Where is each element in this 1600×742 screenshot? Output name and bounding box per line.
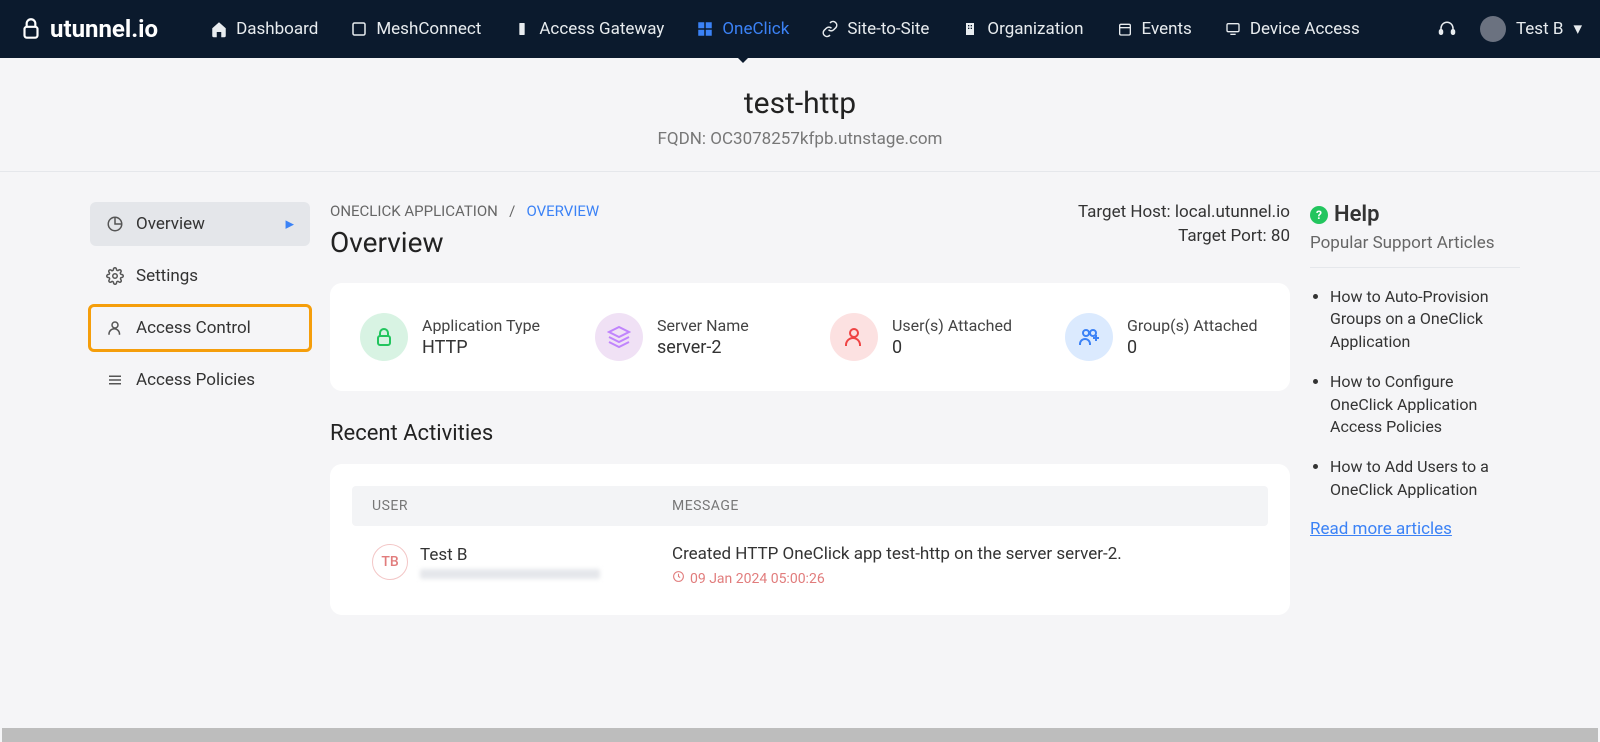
- section-title: Overview: [330, 226, 599, 259]
- nav-accessgateway[interactable]: Access Gateway: [501, 11, 676, 47]
- chevron-right-icon: ▸: [285, 214, 294, 234]
- nav-meshconnect[interactable]: MeshConnect: [338, 11, 493, 47]
- question-icon: ?: [1310, 206, 1328, 224]
- calendar-icon: [1116, 20, 1134, 38]
- home-icon: [210, 20, 228, 38]
- activity-row: TB Test B Created HTTP OneClick app test…: [352, 526, 1268, 593]
- nav-dashboard[interactable]: Dashboard: [198, 11, 330, 47]
- page-title: test-http: [0, 86, 1600, 121]
- activity-card: USER MESSAGE TB Test B Created HTTP OneC…: [330, 464, 1290, 615]
- page-header: test-http FQDN: OC3078257kfpb.utnstage.c…: [0, 58, 1600, 172]
- user-icon: [830, 313, 878, 361]
- target-info: Target Host: local.utunnel.io Target Por…: [1078, 202, 1290, 250]
- stat-app-type: Application TypeHTTP: [360, 313, 555, 361]
- grid-icon: [696, 20, 714, 38]
- nav-organization[interactable]: Organization: [949, 11, 1095, 47]
- brand-logo[interactable]: utunnel.io: [18, 15, 158, 43]
- top-nav: utunnel.io Dashboard MeshConnect Access …: [0, 0, 1600, 58]
- support-icon[interactable]: [1438, 20, 1456, 38]
- stat-users-attached: User(s) Attached0: [830, 313, 1025, 361]
- nav-deviceaccess[interactable]: Device Access: [1212, 11, 1372, 47]
- activity-message: Created HTTP OneClick app test-http on t…: [672, 544, 1248, 564]
- users-icon: [1065, 313, 1113, 361]
- help-article[interactable]: How to Auto-Provision Groups on a OneCli…: [1330, 286, 1520, 353]
- list-icon: [106, 371, 124, 389]
- link-icon: [821, 20, 839, 38]
- mesh-icon: [350, 20, 368, 38]
- avatar-icon: [1480, 16, 1506, 42]
- help-article[interactable]: How to Configure OneClick Application Ac…: [1330, 371, 1520, 438]
- pie-icon: [106, 215, 124, 233]
- user-icon: [106, 319, 124, 337]
- nav-oneclick[interactable]: OneClick: [684, 11, 801, 47]
- sidebar-item-access-control[interactable]: Access Control: [90, 306, 310, 350]
- activity-user: Test B: [420, 545, 600, 565]
- help-panel: ? Help Popular Support Articles How to A…: [1310, 202, 1520, 615]
- clock-icon: [672, 570, 685, 587]
- recent-title: Recent Activities: [330, 421, 1290, 446]
- main-panel: ONECLICK APPLICATION / OVERVIEW Overview…: [330, 202, 1290, 615]
- activity-email-redacted: [420, 569, 600, 579]
- sidebar-item-settings[interactable]: Settings: [90, 254, 310, 298]
- sidebar: Overview ▸ Settings Access Control Acces…: [90, 202, 310, 615]
- help-list: How to Auto-Provision Groups on a OneCli…: [1330, 286, 1520, 501]
- chevron-down-icon: ▾: [1573, 19, 1582, 39]
- stat-server-name: Server Nameserver-2: [595, 313, 790, 361]
- breadcrumb: ONECLICK APPLICATION / OVERVIEW: [330, 202, 599, 220]
- brand-text: utunnel.io: [50, 15, 158, 43]
- gear-icon: [106, 267, 124, 285]
- sidebar-item-overview[interactable]: Overview ▸: [90, 202, 310, 246]
- account-menu[interactable]: Test B ▾: [1480, 16, 1582, 42]
- activity-header: USER MESSAGE: [352, 486, 1268, 526]
- content-area: Overview ▸ Settings Access Control Acces…: [0, 172, 1600, 615]
- monitor-icon: [1224, 20, 1242, 38]
- fqdn-line: FQDN: OC3078257kfpb.utnstage.com: [0, 129, 1600, 149]
- nav-events[interactable]: Events: [1104, 11, 1204, 47]
- horizontal-scrollbar[interactable]: [2, 728, 1598, 742]
- nav-items: Dashboard MeshConnect Access Gateway One…: [198, 11, 1372, 47]
- user-avatar: TB: [372, 544, 408, 580]
- building-icon: [961, 20, 979, 38]
- help-article[interactable]: How to Add Users to a OneClick Applicati…: [1330, 456, 1520, 501]
- help-subtitle: Popular Support Articles: [1310, 233, 1520, 268]
- read-more-link[interactable]: Read more articles: [1310, 519, 1520, 539]
- sidebar-item-access-policies[interactable]: Access Policies: [90, 358, 310, 402]
- nav-sitetosite[interactable]: Site-to-Site: [809, 11, 941, 47]
- help-title: ? Help: [1310, 202, 1520, 227]
- gateway-icon: [513, 20, 531, 38]
- activity-time: 09 Jan 2024 05:00:26: [672, 570, 1248, 587]
- lock-icon: [360, 313, 408, 361]
- stat-groups-attached: Group(s) Attached0: [1065, 313, 1260, 361]
- stats-card: Application TypeHTTP Server Nameserver-2…: [330, 283, 1290, 391]
- layers-icon: [595, 313, 643, 361]
